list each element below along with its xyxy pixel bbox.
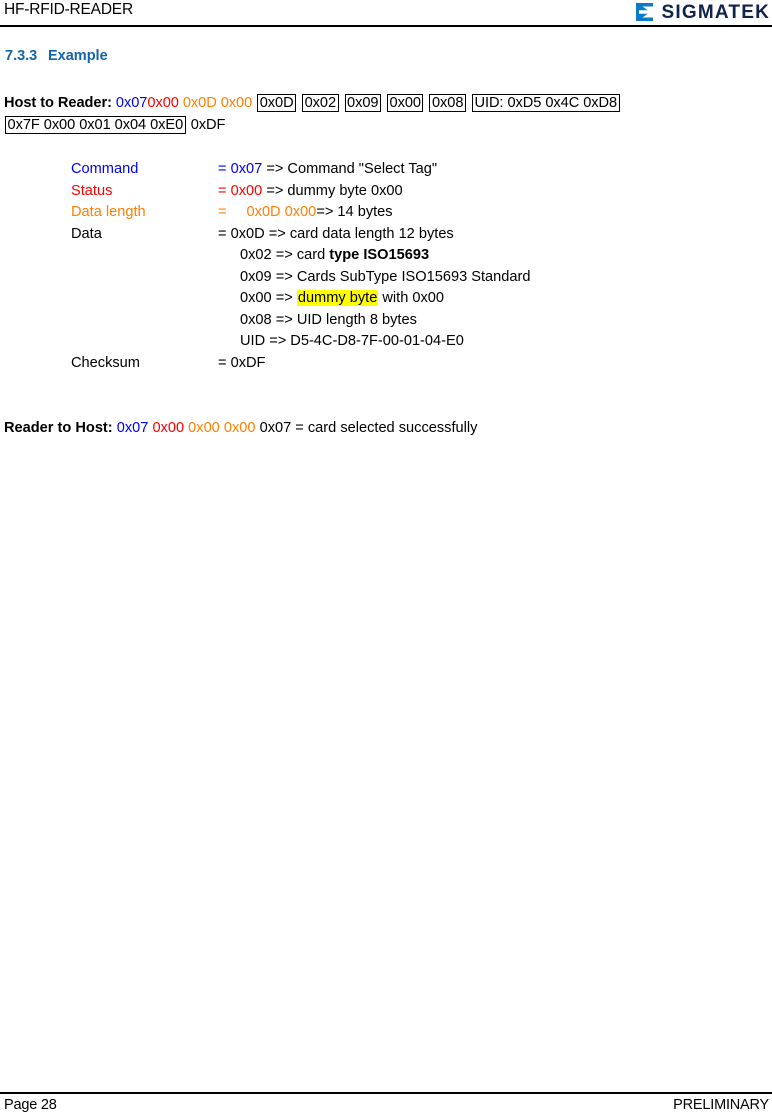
host-status-byte: 0x00	[147, 95, 179, 111]
detail-byte-dummy: 0x00	[240, 290, 272, 306]
detail-arrow-type: =>	[275, 247, 293, 263]
document-title: HF-RFID-READER	[4, 1, 133, 18]
detail-subrow-uidlen: 0x08 => UID length 8 bytes	[0, 310, 772, 332]
detail-label-data: Data	[71, 225, 102, 242]
reader-to-host-telegram: Reader to Host: 0x07 0x00 0x00 0x00 0x07…	[4, 417, 477, 439]
section-title: Example	[48, 48, 108, 64]
host-to-reader-telegram: Host to Reader: 0x070x00 0x0D 0x00 0x0D …	[4, 92, 772, 136]
host-boxed-byte-0: 0x0D	[257, 94, 297, 112]
host-boxed-byte-3: 0x00	[387, 94, 424, 112]
detail-byte-checksum: 0xDF	[230, 354, 266, 371]
detail-byte-uid: UID	[240, 333, 270, 349]
reader-to-host-label: Reader to Host:	[4, 420, 113, 436]
detail-desc-data: card data length 12 bytes	[289, 225, 454, 242]
host-boxed-byte-1: 0x02	[302, 94, 339, 112]
reader-checksum-byte: 0x07	[259, 420, 292, 436]
detail-desc-dummy-highlight: dummy byte	[296, 290, 379, 306]
detail-subrow-subtype: 0x09 => Cards SubType ISO15693 Standard	[0, 267, 772, 289]
detail-subrow-uid: UID => D5-4C-D8-7F-00-01-04-E0	[0, 331, 772, 353]
detail-subvalue-uid: UID => D5-4C-D8-7F-00-01-04-E0	[240, 331, 464, 353]
detail-value-data-length: = 0x0D 0x00=> 14 bytes	[218, 202, 393, 224]
detail-desc-subtype: Cards SubType ISO15693 Standard	[296, 268, 531, 285]
footer-page-number: Page 28	[4, 1097, 57, 1113]
detail-arrow-command: =>	[266, 161, 284, 177]
detail-eq-data: =	[218, 225, 227, 242]
detail-desc-dummy-suffix: with 0x00	[378, 290, 445, 306]
telegram-breakdown-list: Command = 0x07 => Command "Select Tag" S…	[0, 159, 772, 374]
detail-value-status: = 0x00 => dummy byte 0x00	[218, 181, 403, 203]
host-datalength-bytes: 0x0D 0x00	[182, 95, 253, 111]
detail-arrow-data-length: =>	[316, 204, 334, 220]
section-number: 7.3.3	[5, 48, 38, 64]
detail-arrow-uidlen: =>	[275, 311, 293, 328]
host-to-reader-label: Host to Reader:	[4, 95, 112, 111]
detail-row-status: Status = 0x00 => dummy byte 0x00	[0, 181, 772, 203]
page-header: HF-RFID-READER SIGMATEK	[0, 0, 772, 28]
detail-row-data-length: Data length = 0x0D 0x00=> 14 bytes	[0, 202, 772, 224]
detail-byte-command: 0x07	[230, 161, 263, 177]
host-boxed-byte-4: 0x08	[429, 94, 466, 112]
detail-row-data: Data = 0x0D => card data length 12 bytes	[0, 224, 772, 246]
detail-value-checksum: = 0xDF	[218, 353, 265, 375]
host-checksum-byte: 0xDF	[190, 117, 226, 133]
reader-result-text: = card selected successfully	[295, 420, 478, 436]
detail-subrow-type: 0x02 => card type ISO15693	[0, 245, 772, 267]
host-command-byte: 0x07	[115, 95, 148, 111]
detail-desc-command: Command "Select Tag"	[287, 161, 438, 177]
host-uid-box-line2: 0x7F 0x00 0x01 0x04 0xE0	[5, 116, 186, 134]
detail-row-checksum: Checksum = 0xDF	[0, 353, 772, 375]
detail-arrow-dummy: =>	[275, 290, 293, 306]
detail-desc-uidlen: UID length 8 bytes	[296, 311, 417, 328]
detail-byte-status: 0x00	[230, 182, 263, 199]
logo-wordmark: SIGMATEK	[661, 1, 770, 23]
detail-value-data: = 0x0D => card data length 12 bytes	[218, 224, 454, 246]
detail-label-checksum: Checksum	[71, 354, 140, 371]
detail-label-data-length: Data length	[71, 204, 146, 220]
detail-eq-status: =	[218, 182, 227, 199]
host-boxed-byte-2: 0x09	[344, 94, 381, 112]
detail-desc-type-prefix: card	[296, 247, 330, 263]
detail-byte-type: 0x02	[240, 247, 272, 263]
detail-arrow-subtype: =>	[275, 268, 293, 285]
detail-desc-data-length: 14 bytes	[337, 204, 393, 220]
detail-desc-uid: D5-4C-D8-7F-00-01-04-E0	[290, 333, 464, 349]
detail-arrow-uid: =>	[269, 333, 287, 349]
sigmatek-logo: SIGMATEK	[634, 1, 770, 23]
detail-subvalue-dummy: 0x00 => dummy byte with 0x00	[240, 288, 444, 310]
detail-row-command: Command = 0x07 => Command "Select Tag"	[0, 159, 772, 181]
reader-command-byte: 0x07	[116, 420, 149, 436]
detail-subrow-dummy: 0x00 => dummy byte with 0x00	[0, 288, 772, 310]
document-page: HF-RFID-READER SIGMATEK 7.3.3 Example Hos…	[0, 0, 772, 1120]
section-heading: 7.3.3 Example	[5, 48, 108, 64]
reader-status-byte: 0x00	[152, 420, 185, 436]
footer-divider	[0, 1092, 772, 1094]
detail-eq-command: =	[218, 161, 227, 177]
host-uid-box-line1: UID: 0xD5 0x4C 0xD8	[471, 94, 620, 112]
detail-subvalue-uidlen: 0x08 => UID length 8 bytes	[240, 310, 417, 332]
detail-byte-data: 0x0D	[230, 225, 265, 242]
reader-datalength-bytes: 0x00 0x00	[188, 420, 256, 436]
detail-label-command: Command	[71, 161, 139, 177]
detail-label-status: Status	[71, 182, 113, 199]
detail-byte-uidlen: 0x08	[240, 311, 272, 328]
footer-status: PRELIMINARY	[673, 1097, 769, 1113]
detail-arrow-status: =>	[266, 182, 284, 199]
detail-byte-data-length: 0x0D 0x00	[246, 204, 317, 220]
detail-eq-data-length: =	[218, 204, 227, 220]
detail-arrow-data: =>	[268, 225, 286, 242]
sigmatek-sigma-mark-icon	[635, 3, 653, 21]
detail-desc-status: dummy byte 0x00	[287, 182, 403, 199]
header-divider	[0, 25, 772, 27]
detail-desc-type-bold: type ISO15693	[329, 247, 430, 263]
detail-eq-checksum: =	[218, 354, 227, 371]
detail-subvalue-subtype: 0x09 => Cards SubType ISO15693 Standard	[240, 267, 530, 289]
detail-value-command: = 0x07 => Command "Select Tag"	[218, 159, 437, 181]
detail-subvalue-type: 0x02 => card type ISO15693	[240, 245, 429, 267]
detail-byte-subtype: 0x09	[240, 268, 272, 285]
